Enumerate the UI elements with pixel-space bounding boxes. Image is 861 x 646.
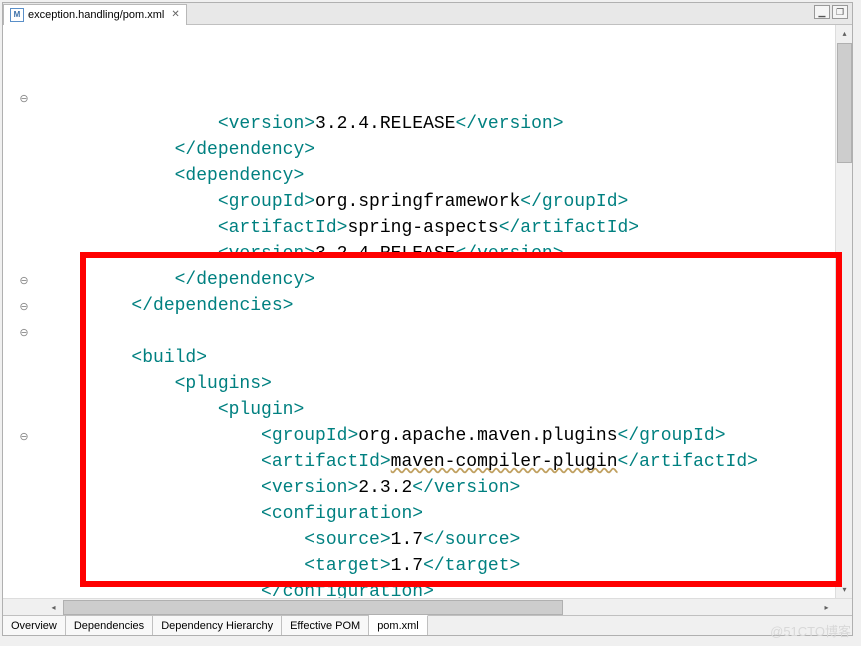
code-line[interactable]: </configuration>	[45, 579, 835, 598]
bottom-tabs: OverviewDependenciesDependency Hierarchy…	[3, 615, 852, 635]
code-line[interactable]: <source>1.7</source>	[45, 527, 835, 553]
fold-marker[interactable]	[3, 215, 45, 241]
code-line[interactable]: <version>3.2.4.RELEASE</version>	[45, 111, 835, 137]
fold-marker[interactable]	[3, 345, 45, 371]
fold-marker[interactable]: ⊖	[3, 293, 45, 319]
code-line[interactable]: <version>3.2.4.RELEASE</version>	[45, 241, 835, 267]
fold-marker[interactable]	[3, 501, 45, 527]
file-tab[interactable]: M exception.handling/pom.xml ✕	[3, 4, 187, 25]
window-controls: ▁ ❐	[814, 5, 848, 19]
scroll-corner	[835, 599, 852, 615]
scroll-left-arrow-icon[interactable]: ◂	[46, 600, 61, 615]
hscroll-spacer	[3, 599, 45, 615]
horizontal-scroll-thumb[interactable]	[63, 600, 563, 615]
gutter[interactable]: ⊖⊖⊖⊖⊖	[3, 25, 45, 598]
fold-marker[interactable]: ⊖	[3, 319, 45, 345]
code-content[interactable]: <version>3.2.4.RELEASE</version> </depen…	[45, 25, 835, 598]
code-line[interactable]: <plugin>	[45, 397, 835, 423]
vertical-scrollbar[interactable]: ▴ ▾	[835, 25, 852, 598]
horizontal-scrollbar[interactable]: ◂ ▸	[45, 599, 835, 615]
code-line[interactable]: <target>1.7</target>	[45, 553, 835, 579]
fold-marker[interactable]	[3, 397, 45, 423]
scroll-up-arrow-icon[interactable]: ▴	[837, 26, 852, 41]
fold-marker[interactable]	[3, 371, 45, 397]
close-icon[interactable]: ✕	[171, 9, 179, 20]
fold-marker[interactable]	[3, 163, 45, 189]
code-line[interactable]: <version>2.3.2</version>	[45, 475, 835, 501]
bottom-tab-pom.xml[interactable]: pom.xml	[369, 615, 428, 635]
scroll-right-arrow-icon[interactable]: ▸	[819, 600, 834, 615]
code-line[interactable]: <plugins>	[45, 371, 835, 397]
code-area: ⊖⊖⊖⊖⊖ <version>3.2.4.RELEASE</version> <…	[3, 25, 852, 598]
fold-marker[interactable]	[3, 59, 45, 85]
bottom-tab-dependency-hierarchy[interactable]: Dependency Hierarchy	[153, 616, 282, 635]
fold-marker[interactable]	[3, 241, 45, 267]
code-line[interactable]: <configuration>	[45, 501, 835, 527]
maximize-button[interactable]: ❐	[832, 5, 848, 19]
fold-marker[interactable]: ⊖	[3, 267, 45, 293]
bottom-tab-effective-pom[interactable]: Effective POM	[282, 616, 369, 635]
fold-marker[interactable]: ⊖	[3, 85, 45, 111]
fold-marker[interactable]	[3, 449, 45, 475]
code-line[interactable]: <artifactId>maven-compiler-plugin</artif…	[45, 449, 835, 475]
tab-label: exception.handling/pom.xml	[28, 9, 164, 21]
fold-marker[interactable]	[3, 475, 45, 501]
fold-marker[interactable]: ⊖	[3, 423, 45, 449]
fold-marker[interactable]	[3, 579, 45, 598]
fold-marker[interactable]	[3, 111, 45, 137]
code-line[interactable]: </dependency>	[45, 267, 835, 293]
code-line[interactable]: <groupId>org.springframework</groupId>	[45, 189, 835, 215]
fold-marker[interactable]	[3, 33, 45, 59]
fold-marker[interactable]	[3, 527, 45, 553]
fold-marker[interactable]	[3, 137, 45, 163]
code-line[interactable]: <build>	[45, 345, 835, 371]
editor-window: M exception.handling/pom.xml ✕ ▁ ❐ ⊖⊖⊖⊖⊖…	[2, 2, 853, 636]
code-line[interactable]: <groupId>org.apache.maven.plugins</group…	[45, 423, 835, 449]
fold-marker[interactable]	[3, 553, 45, 579]
bottom-tab-dependencies[interactable]: Dependencies	[66, 616, 153, 635]
horizontal-scroll-row: ◂ ▸	[3, 598, 852, 615]
fold-marker[interactable]	[3, 189, 45, 215]
editor-tab-bar: M exception.handling/pom.xml ✕ ▁ ❐	[3, 3, 852, 25]
maven-file-icon: M	[10, 8, 24, 22]
minimize-button[interactable]: ▁	[814, 5, 830, 19]
code-line[interactable]: <dependency>	[45, 163, 835, 189]
code-line[interactable]: </dependency>	[45, 137, 835, 163]
code-line[interactable]: <artifactId>spring-aspects</artifactId>	[45, 215, 835, 241]
code-line[interactable]: </dependencies>	[45, 293, 835, 319]
bottom-tab-overview[interactable]: Overview	[3, 616, 66, 635]
vertical-scroll-thumb[interactable]	[837, 43, 852, 163]
code-line[interactable]	[45, 319, 835, 345]
watermark: @51CTO博客	[770, 621, 851, 640]
scroll-down-arrow-icon[interactable]: ▾	[837, 582, 852, 597]
